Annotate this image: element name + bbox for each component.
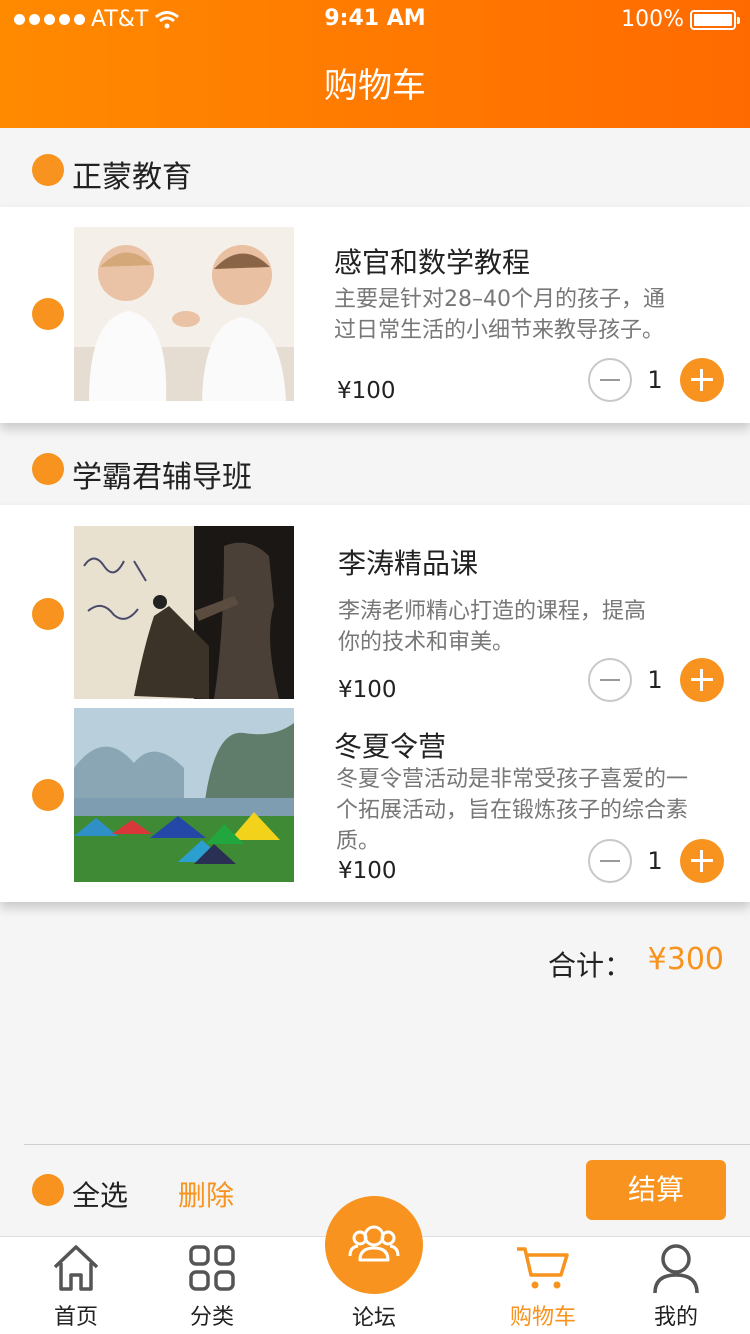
minus-icon[interactable]: [588, 658, 632, 702]
total-value: ¥300: [647, 942, 724, 977]
item-qty: 1: [647, 666, 663, 694]
item-price: ¥100: [338, 677, 397, 703]
tab-home[interactable]: 首页: [24, 1237, 128, 1334]
tab-label: 分类: [189, 1305, 234, 1330]
delete-button[interactable]: 删除: [178, 1174, 234, 1214]
tab-cart[interactable]: 购物车: [490, 1237, 596, 1334]
item-price: ¥100: [337, 378, 396, 404]
cart-card: 感官和数学教程 主要是针对28–40个月的孩子，通过日常生活的小细节来教导孩子。…: [0, 207, 750, 423]
shop-checkbox[interactable]: [32, 453, 64, 485]
shop-name: 正蒙教育: [72, 160, 192, 195]
item-checkbox[interactable]: [32, 298, 64, 330]
grid-icon: [189, 1245, 235, 1291]
plus-icon[interactable]: [680, 658, 724, 702]
item-title: 冬夏令营: [334, 730, 447, 763]
plus-icon[interactable]: [680, 839, 724, 883]
item-title: 感官和数学教程: [334, 246, 531, 279]
product-image[interactable]: [74, 708, 294, 882]
tab-label: 购物车: [509, 1305, 576, 1330]
plus-icon[interactable]: [680, 358, 724, 402]
minus-icon[interactable]: [588, 839, 632, 883]
item-checkbox[interactable]: [32, 779, 64, 811]
item-qty: 1: [647, 366, 663, 394]
battery-percent: 100%: [621, 7, 684, 32]
select-all-label[interactable]: 全选: [72, 1174, 128, 1214]
status-bar: AT&T 9:41 AM 100%: [0, 0, 750, 40]
item-checkbox[interactable]: [32, 598, 64, 630]
item-qty: 1: [647, 847, 663, 875]
header-bar: AT&T 9:41 AM 100% 购物车: [0, 0, 750, 128]
users-icon: [348, 1225, 400, 1262]
item-price: ¥100: [338, 858, 397, 884]
tab-label: 首页: [53, 1305, 98, 1330]
shop-checkbox[interactable]: [32, 154, 64, 186]
home-icon: [53, 1245, 99, 1291]
product-image[interactable]: [74, 227, 294, 401]
checkout-button[interactable]: 结算: [586, 1160, 726, 1220]
item-desc: 冬夏令营活动是非常受孩子喜爱的一个拓展活动，旨在锻炼孩子的综合素质。: [336, 767, 689, 854]
item-desc: 主要是针对28–40个月的孩子，通过日常生活的小细节来教导孩子。: [334, 287, 665, 343]
tab-forum[interactable]: [325, 1196, 423, 1294]
battery-icon: [690, 9, 740, 30]
person-icon: [653, 1244, 699, 1294]
tab-mine[interactable]: 我的: [626, 1237, 726, 1334]
page-title: 购物车: [324, 66, 426, 106]
cart-icon: [517, 1247, 569, 1289]
tab-label: 我的: [653, 1305, 698, 1330]
shop-name: 学霸君辅导班: [72, 460, 252, 495]
cart-card: 李涛精品课 李涛老师精心打造的课程，提高你的技术和审美。 ¥100 1 冬夏令营…: [0, 505, 750, 902]
minus-icon[interactable]: [588, 358, 632, 402]
total-label: 合计：: [547, 949, 632, 982]
tab-label: 论坛: [351, 1306, 396, 1331]
divider: [24, 1144, 750, 1145]
product-image[interactable]: [74, 526, 294, 699]
select-all-checkbox[interactable]: [32, 1174, 64, 1206]
item-title: 李涛精品课: [338, 547, 479, 580]
tab-category[interactable]: 分类: [162, 1237, 262, 1334]
item-desc: 李涛老师精心打造的课程，提高你的技术和审美。: [338, 599, 647, 655]
